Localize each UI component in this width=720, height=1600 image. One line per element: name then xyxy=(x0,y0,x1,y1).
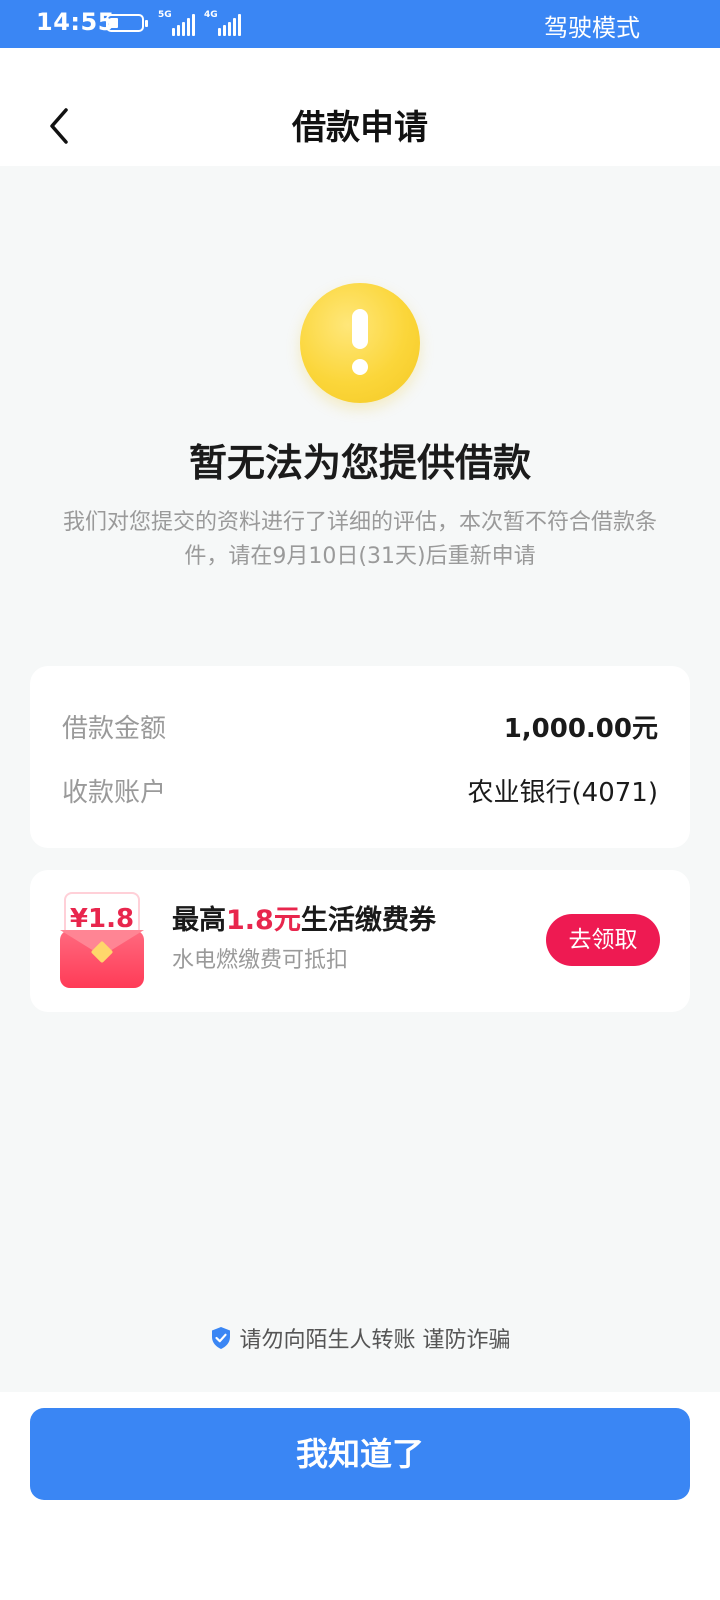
safety-notice: 请勿向陌生人转账 谨防诈骗 xyxy=(0,1322,720,1354)
page-title: 借款申请 xyxy=(292,108,428,148)
receiving-account-label: 收款账户 xyxy=(62,778,167,808)
claim-coupon-button[interactable]: 去领取 xyxy=(546,914,660,966)
promo-card[interactable]: ¥1.8 最高1.8元生活缴费券 水电燃缴费可抵扣 去领取 xyxy=(30,870,690,1012)
status-bar: 14:55 5G 4G 驾驶模式 xyxy=(0,0,720,48)
status-time: 14:55 xyxy=(36,8,115,36)
driving-mode-label[interactable]: 驾驶模式 xyxy=(544,8,640,43)
nav-bar: 借款申请 xyxy=(0,48,720,166)
loan-amount-row: 借款金额 1,000.00元 xyxy=(62,708,658,748)
promo-title: 最高1.8元生活缴费券 xyxy=(172,905,436,936)
bottom-bar: 我知道了 xyxy=(0,1392,720,1600)
confirm-button[interactable]: 我知道了 xyxy=(30,1408,690,1500)
promo-highlight: 1.8元 xyxy=(226,905,301,936)
red-envelope-icon: ¥1.8 xyxy=(60,892,144,988)
battery-icon xyxy=(106,14,148,32)
receiving-account-value: 农业银行(4071) xyxy=(467,778,658,808)
signal-4g-icon: 4G xyxy=(204,10,250,36)
loan-info-card: 借款金额 1,000.00元 收款账户 农业银行(4071) xyxy=(30,666,690,848)
receiving-account-row: 收款账户 农业银行(4071) xyxy=(62,772,658,812)
promo-subtitle: 水电燃缴费可抵扣 xyxy=(172,948,349,973)
result-headline: 暂无法为您提供借款 xyxy=(188,441,531,485)
safety-text: 请勿向陌生人转账 谨防诈骗 xyxy=(239,1328,511,1353)
result-description: 我们对您提交的资料进行了详细的评估，本次暂不符合借款条件，请在9月10日(31天… xyxy=(62,510,657,569)
warning-icon xyxy=(300,283,420,403)
signal-5g-icon: 5G xyxy=(158,10,204,36)
loan-amount-label: 借款金额 xyxy=(62,714,167,744)
loan-amount-value: 1,000.00元 xyxy=(503,714,658,744)
shield-check-icon xyxy=(211,1327,230,1349)
